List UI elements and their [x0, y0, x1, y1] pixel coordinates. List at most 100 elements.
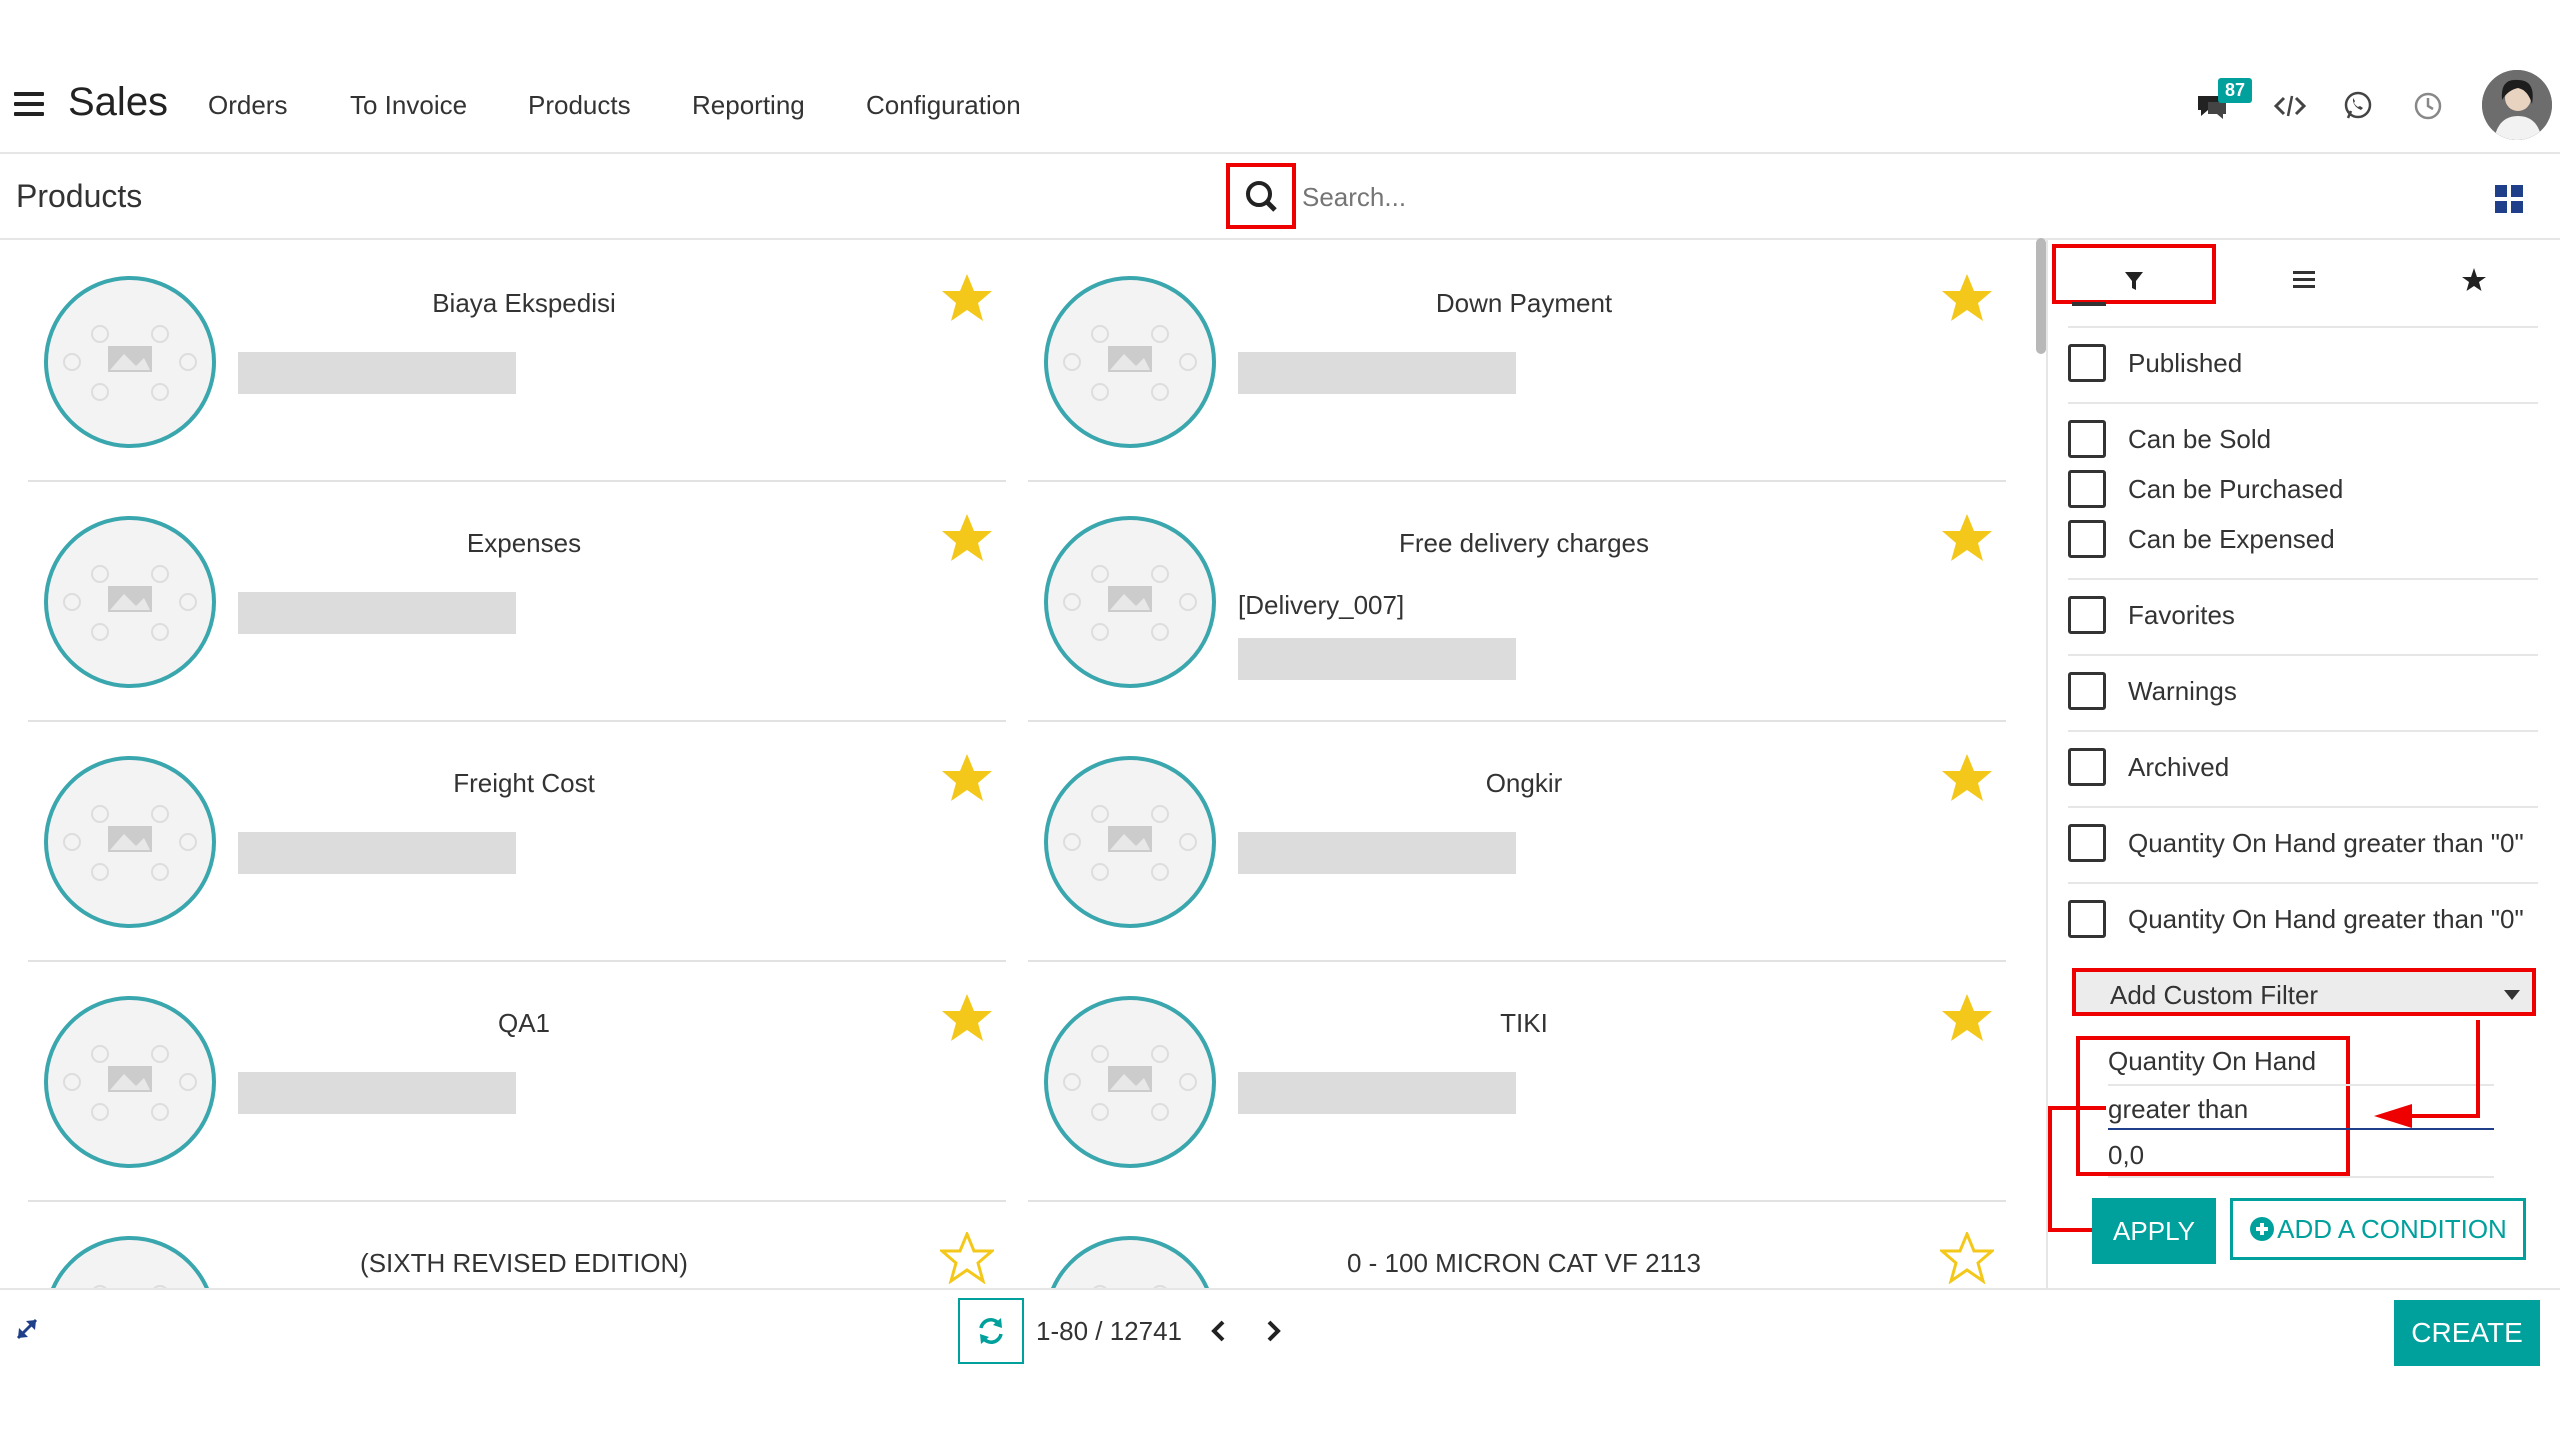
filter-separator — [2068, 654, 2538, 656]
chevron-right-icon[interactable] — [1260, 1316, 1286, 1346]
filter-option[interactable]: Can be Purchased — [2068, 464, 2548, 514]
filter-checkbox[interactable] — [2068, 420, 2106, 458]
hamburger-icon[interactable] — [14, 92, 44, 116]
image-placeholder-icon — [63, 1045, 197, 1121]
kanban-view-icon[interactable] — [2494, 184, 2524, 214]
filter-icon[interactable] — [2104, 256, 2164, 306]
product-card[interactable]: QA1 — [28, 960, 1006, 1202]
filter-option[interactable]: Favorites — [2068, 590, 2548, 640]
product-image-placeholder — [1044, 276, 1216, 448]
filter-checkbox[interactable] — [2068, 672, 2106, 710]
product-name: TIKI — [1500, 1008, 1548, 1038]
add-custom-filter-label: Add Custom Filter — [2110, 980, 2319, 1010]
apply-button[interactable]: APPLY — [2092, 1198, 2216, 1264]
image-placeholder-icon — [63, 325, 197, 401]
product-card[interactable]: 0 - 100 MICRON CAT VF 2113 — [1028, 1200, 2006, 1288]
filter-separator — [2068, 326, 2538, 328]
price-placeholder — [1238, 1072, 1516, 1114]
group-by-icon[interactable] — [2274, 256, 2334, 306]
product-image-placeholder — [1044, 996, 1216, 1168]
search-input[interactable] — [1300, 178, 2204, 216]
filter-checkbox[interactable] — [2068, 470, 2106, 508]
star-filled-icon[interactable] — [1940, 752, 1994, 804]
filter-option[interactable]: Quantity On Hand greater than "0" — [2068, 894, 2548, 944]
filter-checkbox[interactable] — [2068, 596, 2106, 634]
product-card[interactable]: Biaya Ekspedisi — [28, 240, 1006, 482]
add-condition-button[interactable]: ADD A CONDITION — [2230, 1198, 2526, 1260]
price-placeholder — [1238, 832, 1516, 874]
create-button[interactable]: CREATE — [2394, 1300, 2540, 1366]
product-name: Biaya Ekspedisi — [432, 288, 616, 318]
filter-option[interactable]: Warnings — [2068, 666, 2548, 716]
price-placeholder — [238, 352, 516, 394]
pager-value[interactable]: 1-80 / 12741 — [1036, 1316, 1182, 1347]
menu-orders[interactable]: Orders — [208, 90, 287, 121]
filter-option-label: Archived — [2128, 752, 2230, 782]
scrollbar[interactable] — [2036, 238, 2046, 354]
clock-icon[interactable] — [2410, 88, 2446, 124]
filter-option-label: Published — [2128, 348, 2243, 378]
menu-products[interactable]: Products — [528, 90, 631, 121]
refresh-button[interactable] — [958, 1298, 1024, 1364]
filter-option[interactable]: Published — [2068, 338, 2548, 388]
product-card[interactable]: Ongkir — [1028, 720, 2006, 962]
image-placeholder-icon — [1093, 1285, 1167, 1288]
product-card[interactable]: Free delivery charges [Delivery_007] — [1028, 480, 2006, 722]
filter-checkbox[interactable] — [2068, 824, 2106, 862]
product-image-placeholder — [44, 996, 216, 1168]
divider — [0, 1288, 2560, 1290]
star-filled-icon[interactable] — [940, 512, 994, 564]
code-icon[interactable] — [2272, 88, 2308, 124]
star-filled-icon[interactable] — [1940, 512, 1994, 564]
price-placeholder — [238, 1072, 516, 1114]
star-outline-icon[interactable] — [940, 1232, 994, 1284]
filter-option-label: Can be Expensed — [2128, 524, 2335, 554]
filter-checkbox[interactable] — [2068, 520, 2106, 558]
price-placeholder — [1238, 638, 1516, 680]
image-placeholder-icon — [1063, 565, 1197, 641]
filter-option[interactable]: Quantity On Hand greater than "0" — [2068, 818, 2548, 868]
search-button[interactable] — [1226, 163, 1296, 229]
product-name: Ongkir — [1485, 768, 1563, 798]
product-name: 0 - 100 MICRON CAT VF 2113 — [1346, 1248, 1701, 1278]
filter-checkbox[interactable] — [2068, 900, 2106, 938]
star-filled-icon[interactable] — [940, 272, 994, 324]
product-image-placeholder — [44, 276, 216, 448]
star-outline-icon[interactable] — [1940, 1232, 1994, 1284]
filter-option[interactable]: Archived — [2068, 742, 2548, 792]
product-name: Freight Cost — [453, 768, 595, 798]
chevron-left-icon[interactable] — [1206, 1316, 1232, 1346]
product-card[interactable]: (SIXTH REVISED EDITION) — [28, 1200, 1006, 1288]
whatsapp-icon[interactable] — [2340, 88, 2376, 124]
product-card[interactable]: Down Payment — [1028, 240, 2006, 482]
filter-option-label: Can be Sold — [2128, 424, 2272, 454]
star-filled-icon[interactable] — [940, 992, 994, 1044]
filter-option-label: Favorites — [2128, 600, 2235, 630]
expand-icon[interactable] — [14, 1316, 40, 1342]
search-icon — [1246, 181, 1277, 212]
filter-option[interactable]: Can be Expensed — [2068, 514, 2548, 564]
image-placeholder-icon — [63, 565, 197, 641]
plus-circle-icon — [2250, 1217, 2275, 1241]
product-card[interactable]: Freight Cost — [28, 720, 1006, 962]
star-filled-icon[interactable] — [940, 752, 994, 804]
user-avatar[interactable] — [2482, 70, 2552, 140]
add-custom-filter-toggle[interactable]: Add Custom Filter — [2072, 968, 2536, 1016]
product-code: [Delivery_007] — [1238, 590, 1405, 620]
filter-option[interactable]: Can be Sold — [2068, 414, 2548, 464]
star-filled-icon[interactable] — [1940, 992, 1994, 1044]
image-placeholder-icon — [1063, 325, 1197, 401]
favorites-icon[interactable] — [2444, 256, 2504, 306]
menu-configuration[interactable]: Configuration — [866, 90, 1021, 121]
image-placeholder-icon — [1063, 805, 1197, 881]
product-card[interactable]: Expenses — [28, 480, 1006, 722]
app-title[interactable]: Sales — [68, 80, 168, 125]
filter-checkbox[interactable] — [2068, 344, 2106, 382]
star-filled-icon[interactable] — [1940, 272, 1994, 324]
product-name: QA1 — [497, 1008, 551, 1038]
product-card[interactable]: TIKI — [1028, 960, 2006, 1202]
menu-reporting[interactable]: Reporting — [692, 90, 805, 121]
filter-checkbox[interactable] — [2068, 748, 2106, 786]
menu-to-invoice[interactable]: To Invoice — [350, 90, 467, 121]
image-placeholder-icon — [93, 1285, 167, 1288]
